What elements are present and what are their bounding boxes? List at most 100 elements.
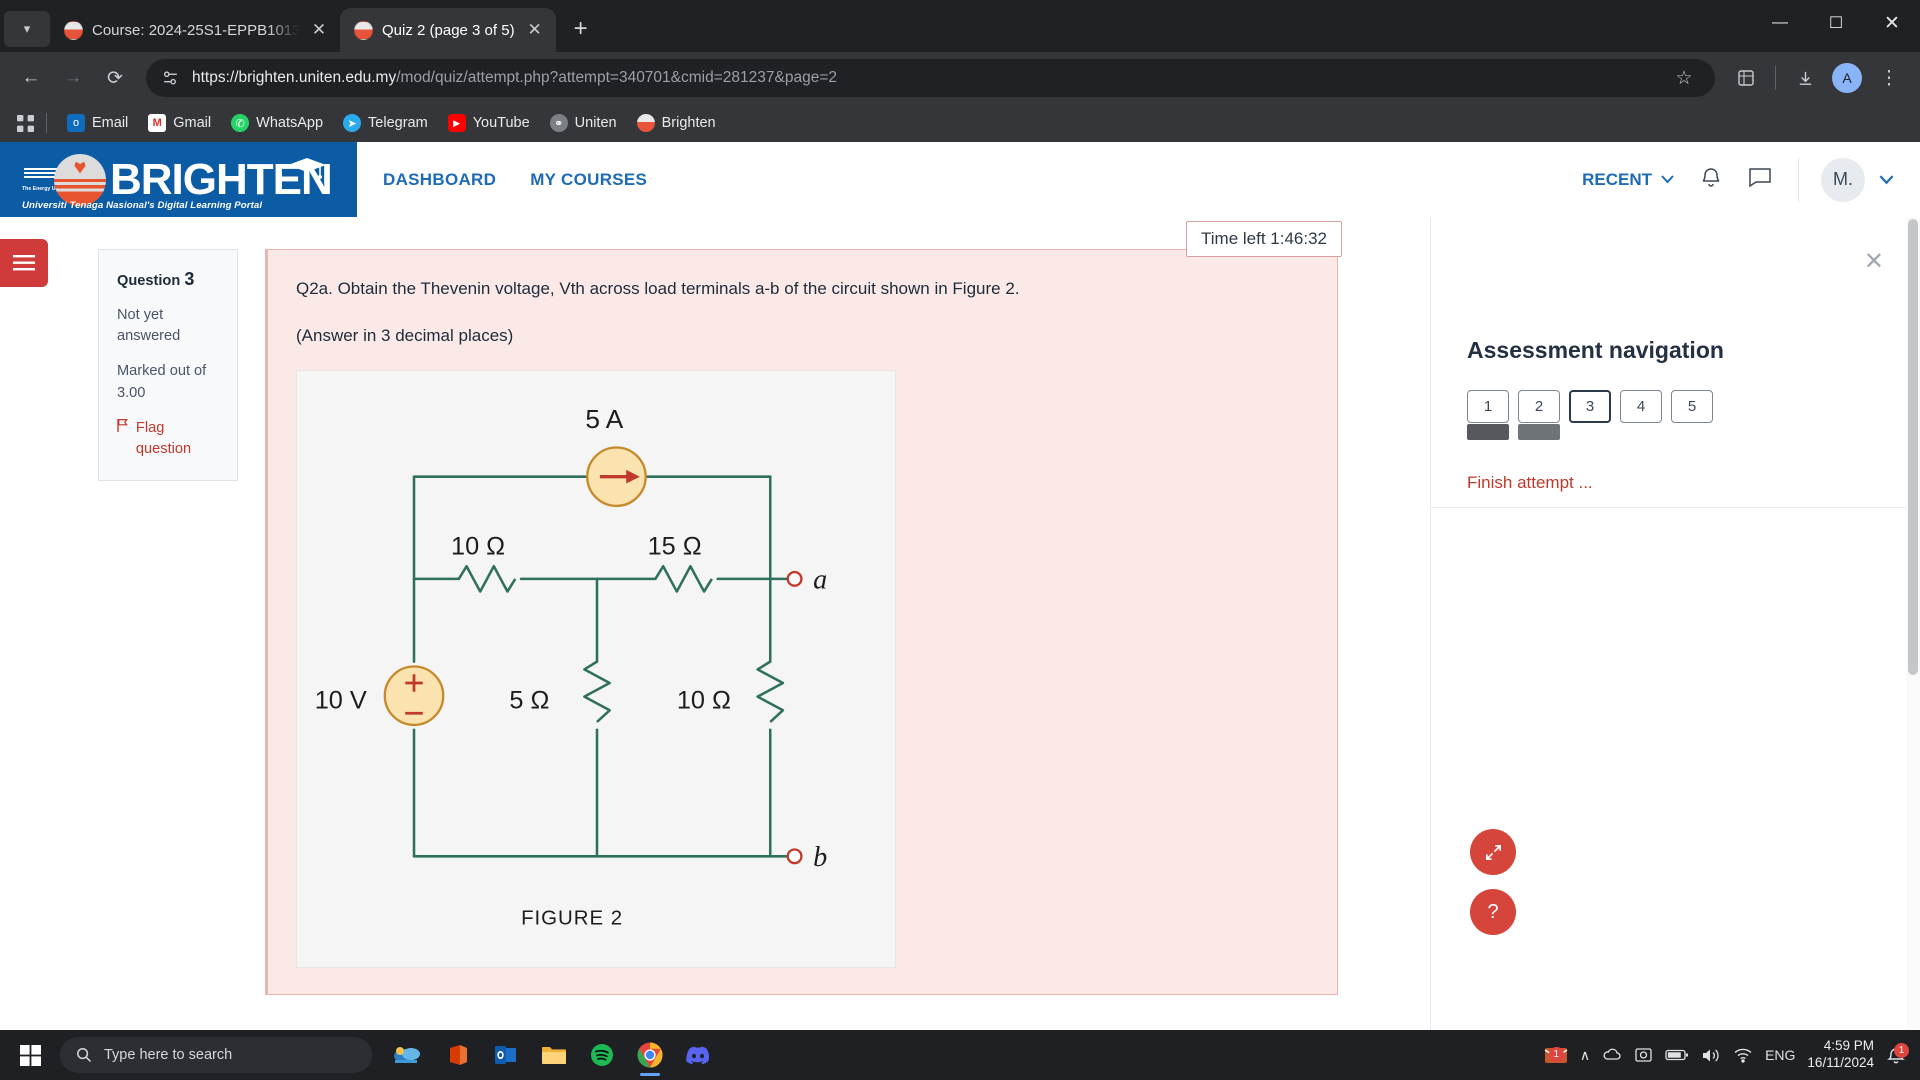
question-nav-state: [1671, 424, 1713, 440]
tab-search-button[interactable]: ▾: [4, 11, 50, 47]
question-nav-state: [1620, 424, 1662, 440]
start-button[interactable]: [4, 1030, 56, 1080]
recent-label: RECENT: [1582, 169, 1652, 189]
expand-icon: [1485, 844, 1501, 860]
profile-avatar[interactable]: A: [1828, 59, 1866, 97]
bookmarks-divider: [46, 113, 47, 133]
browser-tab-1[interactable]: Course: 2024-25S1-EPPB1013 (C ✕: [50, 8, 340, 52]
sidebar-toggle-button[interactable]: [0, 239, 48, 287]
extensions-icon[interactable]: [1727, 59, 1765, 97]
scrollbar-thumb[interactable]: [1908, 219, 1918, 675]
page-scrollbar[interactable]: [1906, 217, 1920, 1030]
question-nav-5[interactable]: 5: [1671, 390, 1713, 423]
tray-expand-icon[interactable]: ∧: [1580, 1047, 1590, 1064]
forward-icon[interactable]: →: [54, 59, 92, 97]
flag-question-label[interactable]: Flag question: [136, 418, 223, 460]
close-drawer-icon[interactable]: ✕: [1864, 247, 1884, 276]
taskbar-chrome[interactable]: [628, 1033, 672, 1077]
volume-icon[interactable]: [1701, 1047, 1721, 1064]
snip-icon[interactable]: [1634, 1046, 1653, 1064]
office-icon: [450, 1045, 467, 1065]
url-host: https://brighten.uniten.edu.my: [192, 69, 397, 86]
message-icon[interactable]: [1748, 166, 1772, 194]
download-icon[interactable]: [1786, 59, 1824, 97]
youtube-icon: ▶: [447, 114, 466, 132]
question-nav-2[interactable]: 2: [1518, 390, 1560, 440]
question-nav-3[interactable]: 3: [1569, 390, 1611, 423]
taskbar-spotify[interactable]: [580, 1033, 624, 1077]
taskbar-outlook[interactable]: [484, 1033, 528, 1077]
taskbar-discord[interactable]: [676, 1033, 720, 1077]
site-settings-icon[interactable]: [160, 68, 180, 88]
bookmarks-bar: o Email M Gmail ✆ WhatsApp ➤ Telegram ▶ …: [0, 104, 1920, 142]
question-text-line2: (Answer in 3 decimal places): [296, 325, 514, 345]
help-fab-button[interactable]: ?: [1470, 889, 1516, 935]
widget-weather-icon: [394, 1047, 420, 1063]
nav-item-my-courses[interactable]: MY COURSES: [530, 170, 647, 190]
wifi-icon[interactable]: [1733, 1047, 1753, 1063]
question-info-panel: Question 3 Not yet answered Marked out o…: [98, 249, 238, 482]
question-text: Q2a. Obtain the Thevenin voltage, Vth ac…: [296, 276, 1307, 348]
back-icon[interactable]: ←: [12, 59, 50, 97]
gmail-icon: M: [148, 114, 167, 132]
question-body: Q2a. Obtain the Thevenin voltage, Vth ac…: [265, 249, 1338, 995]
bell-icon[interactable]: [1700, 165, 1722, 195]
taskbar-search[interactable]: Type here to search: [60, 1037, 372, 1073]
taskbar-widgets[interactable]: [388, 1033, 432, 1077]
notification-center-icon[interactable]: 1: [1886, 1043, 1909, 1065]
network-icon: [1734, 1048, 1752, 1063]
screenshot-icon: [1635, 1048, 1652, 1062]
apps-grid-icon[interactable]: [8, 108, 42, 138]
tray-app-icon[interactable]: 1: [1544, 1044, 1568, 1066]
label-r15: 15 Ω: [648, 533, 702, 561]
bookmark-whatsapp[interactable]: ✆ WhatsApp: [221, 110, 333, 136]
bookmark-telegram[interactable]: ➤ Telegram: [333, 110, 438, 136]
help-icon: ?: [1487, 900, 1499, 923]
site-header: The Energy University BRIGHTEN Universit…: [0, 142, 1920, 217]
question-nav-1[interactable]: 1: [1467, 390, 1509, 440]
site-nav: DASHBOARD MY COURSES: [357, 142, 647, 217]
question-nav-grid: 1 2 3 4 5: [1467, 390, 1884, 440]
search-icon: [77, 1048, 92, 1063]
close-window-button[interactable]: ✕: [1864, 0, 1920, 46]
finish-attempt-link[interactable]: Finish attempt ...: [1467, 473, 1593, 493]
taskbar-office[interactable]: [436, 1033, 480, 1077]
language-indicator[interactable]: ENG: [1765, 1047, 1795, 1063]
address-bar[interactable]: https://brighten.uniten.edu.my/mod/quiz/…: [146, 59, 1715, 97]
browser-menu-icon[interactable]: ⋮: [1870, 59, 1908, 97]
tab-close-icon[interactable]: ✕: [308, 20, 330, 40]
maximize-button[interactable]: ☐: [1808, 0, 1864, 46]
whatsapp-icon: ✆: [231, 114, 250, 132]
site-logo[interactable]: The Energy University BRIGHTEN Universit…: [0, 142, 357, 217]
question-row: Question 3 Not yet answered Marked out o…: [0, 223, 1378, 995]
reload-icon[interactable]: ⟳: [96, 59, 134, 97]
bookmark-star-icon[interactable]: ☆: [1665, 59, 1703, 97]
bookmark-label: Email: [92, 115, 129, 131]
bookmark-gmail[interactable]: M Gmail: [138, 110, 221, 136]
fullscreen-fab-button[interactable]: [1470, 829, 1516, 875]
figure-caption: FIGURE 2: [521, 906, 623, 929]
bookmark-brighten[interactable]: Brighten: [627, 110, 726, 136]
flag-question-control[interactable]: Flag question: [117, 418, 223, 460]
bookmark-uniten[interactable]: ⚭ Uniten: [540, 110, 627, 136]
question-nav-4[interactable]: 4: [1620, 390, 1662, 423]
bookmark-email[interactable]: o Email: [57, 110, 138, 136]
nav-item-dashboard[interactable]: DASHBOARD: [383, 170, 496, 190]
search-placeholder: Type here to search: [104, 1047, 233, 1063]
onedrive-icon[interactable]: [1602, 1047, 1622, 1063]
browser-tab-2[interactable]: Quiz 2 (page 3 of 5) ✕: [340, 8, 556, 52]
recent-menu[interactable]: RECENT: [1582, 170, 1674, 190]
browser-toolbar: ← → ⟳ https://brighten.uniten.edu.my/mod…: [0, 52, 1920, 104]
user-menu[interactable]: M.: [1798, 157, 1894, 202]
bookmark-label: Brighten: [661, 115, 716, 131]
taskbar-file-explorer[interactable]: [532, 1033, 576, 1077]
tab-close-icon[interactable]: ✕: [524, 20, 546, 40]
bookmark-youtube[interactable]: ▶ YouTube: [438, 110, 540, 136]
question-nav-state: [1570, 423, 1610, 439]
avatar: M.: [1821, 157, 1865, 202]
battery-icon[interactable]: [1665, 1048, 1689, 1062]
minimize-button[interactable]: —: [1752, 0, 1808, 46]
taskbar-clock[interactable]: 4:59 PM 16/11/2024: [1807, 1038, 1874, 1072]
chrome-icon: [637, 1042, 663, 1068]
new-tab-button[interactable]: +: [562, 10, 600, 48]
